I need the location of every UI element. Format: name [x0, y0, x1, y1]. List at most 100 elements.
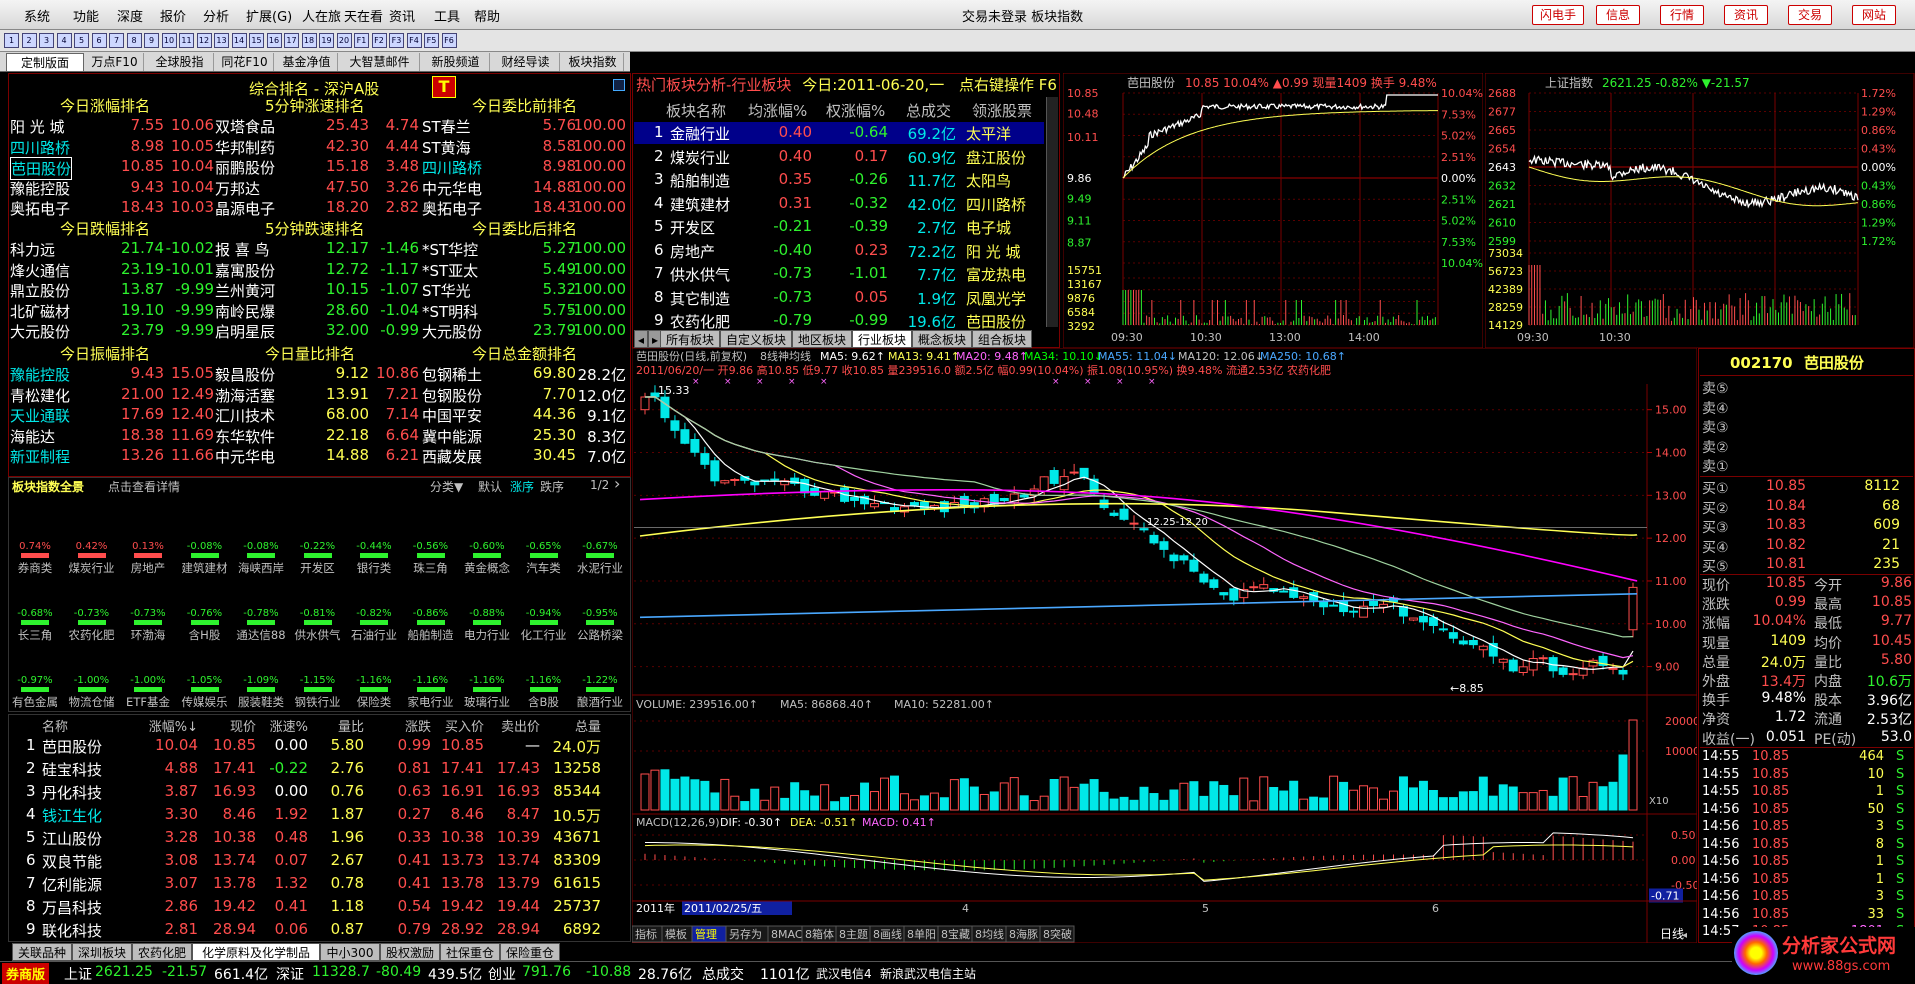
- status-server[interactable]: 武汉电信4: [816, 965, 872, 982]
- ranking-stock-name[interactable]: 北矿磁材: [10, 301, 70, 322]
- hot-sectors-header[interactable]: 均涨幅%: [748, 100, 807, 121]
- kline-bottom-tab[interactable]: 8主题: [839, 928, 868, 941]
- hot-sectors-tab-0[interactable]: 所有板块: [660, 330, 720, 348]
- toolbar-icon-F6[interactable]: F6: [441, 33, 457, 48]
- stock-row-name[interactable]: 双良节能: [42, 851, 102, 872]
- stock-bottom-tab-6[interactable]: 社保重仓: [440, 943, 500, 961]
- stock-bottom-tab-0[interactable]: 关联品种: [12, 943, 72, 961]
- kline-bottom-tab[interactable]: 模板: [665, 927, 687, 941]
- ranking-stock-name[interactable]: 豫能控股: [10, 178, 70, 199]
- hot-sector-leader[interactable]: 太平洋: [966, 123, 1011, 144]
- menu-6[interactable]: 人在旅: [302, 6, 341, 25]
- layout-tab-1[interactable]: 万点F10: [86, 53, 144, 71]
- stock-table-header[interactable]: 总量: [545, 716, 601, 735]
- hot-sector-name[interactable]: 其它制造: [670, 288, 730, 309]
- hot-sector-name[interactable]: 开发区: [670, 217, 715, 238]
- ranking-stock-name[interactable]: 阳 光 城: [10, 116, 65, 137]
- ranking-stock-name[interactable]: *ST华控: [422, 239, 478, 260]
- hot-sector-name[interactable]: 建筑建材: [670, 194, 730, 215]
- toolbar-icon-12[interactable]: 12: [196, 33, 212, 48]
- stock-table-header[interactable]: 名称: [42, 716, 102, 735]
- layout-tab-4[interactable]: 基金净值: [276, 53, 338, 71]
- stock-row-name[interactable]: 丹化科技: [42, 782, 102, 803]
- toolbar-icon-1[interactable]: 1: [4, 33, 19, 48]
- toolbar-icon-F1[interactable]: F1: [354, 33, 369, 48]
- ranking-stock-name[interactable]: 中元华电: [215, 446, 275, 467]
- hot-sectors-header[interactable]: 总成交: [906, 100, 951, 121]
- ranking-stock-name[interactable]: 中元华电: [422, 178, 482, 199]
- toolbar-icon-9[interactable]: 9: [144, 33, 159, 48]
- toolbar-icon-14[interactable]: 14: [231, 33, 247, 48]
- stock-table-header[interactable]: 买入价: [428, 716, 484, 735]
- toolbar-icon-F2[interactable]: F2: [371, 33, 387, 48]
- menu-10[interactable]: 帮助: [474, 6, 500, 25]
- layout-tab-0[interactable]: 定制版面: [6, 53, 84, 71]
- board-overview-title[interactable]: 板块指数全景: [12, 478, 84, 495]
- ranking-stock-name[interactable]: 晶源电子: [215, 198, 275, 219]
- board-tile[interactable]: -0.67% 水泥行业: [565, 541, 635, 576]
- layout-tab-8[interactable]: 板块指数: [562, 53, 624, 71]
- menu-7[interactable]: 天在看: [344, 6, 383, 25]
- board-tile[interactable]: -1.22% 酿酒行业: [565, 675, 635, 710]
- ranking-stock-name[interactable]: ST黄海: [422, 137, 471, 158]
- stock-row-name[interactable]: 芭田股份: [42, 736, 102, 757]
- ranking-stock-name[interactable]: 嘉寓股份: [215, 260, 275, 281]
- ranking-stock-name[interactable]: 华邦制药: [215, 137, 275, 158]
- ranking-stock-name[interactable]: 四川路桥: [422, 157, 482, 178]
- kline-bottom-tab[interactable]: 管理: [695, 927, 717, 941]
- toolbar-icon-17[interactable]: 17: [284, 33, 299, 48]
- board-control-2[interactable]: 涨序: [510, 478, 534, 495]
- ranking-stock-name[interactable]: 汇川技术: [215, 405, 275, 426]
- ranking-stock-name[interactable]: 毅昌股份: [215, 364, 275, 385]
- toolbar-icon-7[interactable]: 7: [109, 33, 124, 48]
- hot-sectors-tab-2[interactable]: 地区板块: [792, 330, 852, 348]
- hot-sector-leader[interactable]: 富龙热电: [966, 264, 1026, 285]
- ranking-stock-name[interactable]: 包钢稀土: [422, 364, 482, 385]
- stock-row-name[interactable]: 硅宝科技: [42, 759, 102, 780]
- hot-sector-leader[interactable]: 阳 光 城: [966, 241, 1021, 262]
- hot-sector-name[interactable]: 煤炭行业: [670, 147, 730, 168]
- ranking-stock-name[interactable]: 东华软件: [215, 426, 275, 447]
- ranking-stock-name[interactable]: 豫能控股: [10, 364, 70, 385]
- kline-bottom-tab[interactable]: 8画线: [873, 927, 902, 941]
- hot-sector-name[interactable]: 船舶制造: [670, 170, 730, 191]
- stock-table-header[interactable]: 涨幅%↓: [138, 716, 198, 735]
- ranking-stock-name[interactable]: 奥拓电子: [10, 198, 70, 219]
- toolbar-icon-8[interactable]: 8: [126, 33, 142, 48]
- board-control-3[interactable]: 跌序: [540, 478, 564, 495]
- status-brand[interactable]: 券商版: [2, 963, 50, 984]
- kline-bottom-tab[interactable]: 指标: [635, 927, 657, 941]
- board-overview-hint[interactable]: 点击查看详情: [108, 478, 180, 495]
- top-button-0[interactable]: 闪电手: [1532, 5, 1584, 25]
- kline-period-button[interactable]: 日线: [1660, 927, 1684, 941]
- kline-bottom-tab[interactable]: 8单阳: [907, 928, 936, 941]
- toolbar-icon-F4[interactable]: F4: [406, 33, 422, 48]
- toolbar-icon-F3[interactable]: F3: [389, 33, 404, 48]
- ranking-stock-name[interactable]: 大元股份: [422, 321, 482, 342]
- kline-bottom-tab[interactable]: 8突破: [1043, 927, 1072, 941]
- ranking-stock-name[interactable]: 大元股份: [10, 321, 70, 342]
- toolbar-icon-F5[interactable]: F5: [424, 33, 439, 48]
- layout-tab-5[interactable]: 大智慧邮件: [340, 53, 420, 71]
- ranking-stock-name[interactable]: 鼎立股份: [10, 280, 70, 301]
- hot-sector-leader[interactable]: 电子城: [966, 217, 1011, 238]
- hot-sector-leader[interactable]: 盘江股份: [966, 147, 1026, 168]
- status-index-name[interactable]: 深证: [276, 964, 304, 984]
- hot-sector-name[interactable]: 供水供气: [670, 264, 730, 285]
- toolbar-icon-6[interactable]: 6: [91, 33, 107, 48]
- hot-sectors-tab-4[interactable]: 概念板块: [912, 330, 972, 348]
- kline-bottom-tab[interactable]: 8均线: [975, 927, 1004, 941]
- menu-2[interactable]: 深度: [117, 6, 143, 25]
- toolbar-icon-5[interactable]: 5: [74, 33, 89, 48]
- grid-icon[interactable]: [613, 79, 625, 91]
- top-button-5[interactable]: 网站: [1852, 5, 1896, 25]
- stock-row-name[interactable]: 亿利能源: [42, 874, 102, 895]
- board-next-arrow[interactable]: ›: [614, 474, 620, 493]
- toolbar-icon-11[interactable]: 11: [179, 33, 194, 48]
- ranking-stock-name[interactable]: 海能达: [10, 426, 55, 447]
- ranking-stock-name[interactable]: 渤海活塞: [215, 385, 275, 406]
- toolbar-icon-20[interactable]: 20: [336, 33, 352, 48]
- ranking-stock-name[interactable]: ST华光: [422, 280, 471, 301]
- menu-1[interactable]: 功能: [73, 6, 99, 25]
- ranking-stock-name[interactable]: 中国平安: [422, 405, 482, 426]
